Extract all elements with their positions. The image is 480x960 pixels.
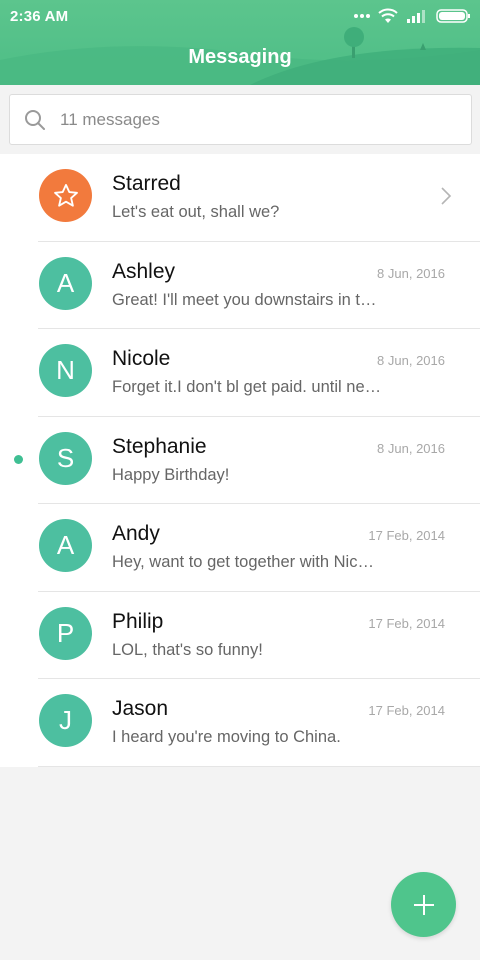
- app-header: 2:36 AM Messaging: [0, 0, 480, 85]
- status-icons: [354, 8, 470, 24]
- wifi-icon: [378, 8, 398, 23]
- contact-name: Ashley: [112, 259, 176, 283]
- avatar: N: [39, 344, 92, 397]
- new-message-button[interactable]: [391, 872, 456, 937]
- message-preview: Hey, want to get together with Nic…: [112, 553, 374, 571]
- plus-icon: [413, 894, 434, 915]
- star-icon: [53, 183, 78, 207]
- avatar: A: [39, 519, 92, 572]
- message-preview: Happy Birthday!: [112, 465, 230, 484]
- contact-name: Stephanie: [112, 434, 207, 458]
- conversation-row-andy[interactable]: A Andy 17 Feb, 2014 Hey, want to get tog…: [0, 504, 480, 592]
- signal-icon: [407, 10, 425, 23]
- message-preview: LOL, that's so funny!: [112, 640, 263, 659]
- message-date: 17 Feb, 2014: [368, 615, 445, 631]
- contact-name: Starred: [112, 172, 181, 195]
- conversation-row-stephanie[interactable]: S Stephanie 8 Jun, 2016 Happy Birthday!: [0, 417, 480, 504]
- conversation-row-ashley[interactable]: A Ashley 8 Jun, 2016 Great! I'll meet yo…: [0, 242, 480, 329]
- unread-indicator: [14, 454, 23, 464]
- message-preview: I heard you're moving to China.: [112, 728, 341, 746]
- conversation-row-starred[interactable]: Starred Let's eat out, shall we?: [0, 154, 480, 242]
- message-date: 8 Jun, 2016: [377, 353, 445, 368]
- avatar: P: [39, 606, 92, 660]
- search-icon: [25, 110, 45, 130]
- avatar: S: [39, 431, 92, 485]
- message-preview: Great! I'll meet you downstairs in t…: [112, 290, 377, 309]
- search-bar[interactable]: 11 messages: [9, 94, 472, 145]
- message-date: 8 Jun, 2016: [377, 265, 445, 281]
- battery-icon: [436, 9, 470, 23]
- conversation-list: Starred Let's eat out, shall we? A Ashle…: [0, 154, 480, 767]
- more-dots-icon: [354, 14, 370, 18]
- conversation-row-nicole[interactable]: N Nicole 8 Jun, 2016 Forget it.I don't b…: [0, 329, 480, 417]
- message-preview: Let's eat out, shall we?: [112, 203, 280, 221]
- page-title: Messaging: [188, 46, 292, 68]
- contact-name: Philip: [112, 609, 164, 633]
- status-time: 2:36 AM: [10, 7, 69, 25]
- message-date: 8 Jun, 2016: [377, 440, 445, 456]
- search-placeholder: 11 messages: [60, 110, 160, 129]
- status-bar: 2:36 AM: [0, 0, 480, 32]
- contact-name: Jason: [112, 697, 169, 720]
- divider: [38, 765, 480, 767]
- message-date: 17 Feb, 2014: [368, 703, 445, 718]
- starred-avatar: [39, 169, 92, 222]
- conversation-row-jason[interactable]: J Jason 17 Feb, 2014 I heard you're movi…: [0, 679, 480, 767]
- message-date: 17 Feb, 2014: [368, 528, 445, 543]
- avatar: A: [39, 256, 92, 310]
- contact-name: Nicole: [112, 347, 171, 370]
- conversation-row-philip[interactable]: P Philip 17 Feb, 2014 LOL, that's so fun…: [0, 592, 480, 679]
- avatar: J: [39, 694, 92, 747]
- chevron-right-icon: [441, 187, 452, 205]
- contact-name: Andy: [112, 522, 160, 545]
- message-preview: Forget it.I don't bl get paid. until ne…: [112, 378, 382, 396]
